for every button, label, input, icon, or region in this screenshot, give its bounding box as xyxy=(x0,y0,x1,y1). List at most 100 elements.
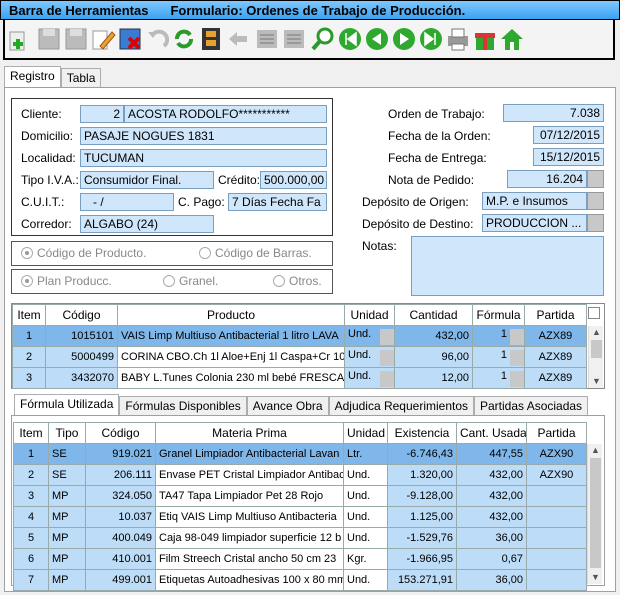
table-row[interactable]: 4 MP 10.037 Etiq VAIS Limp Multiuso Antibac… xyxy=(13,506,587,528)
iva-field[interactable]: Consumidor Final. xyxy=(80,171,214,189)
first-icon[interactable] xyxy=(337,25,363,53)
table-cell[interactable]: 3 xyxy=(13,485,49,507)
products-checkbox[interactable] xyxy=(588,307,600,319)
table-cell[interactable]: 206.111 xyxy=(85,464,156,486)
tab-avance-obra[interactable]: Avance Obra xyxy=(246,396,329,415)
column-header[interactable]: Tipo xyxy=(48,422,86,444)
column-header[interactable]: Cant. Usada xyxy=(456,422,527,444)
film-icon[interactable] xyxy=(198,25,224,53)
cliente-name-field[interactable]: ACOSTA RODOLFO*********** xyxy=(124,105,327,123)
column-header[interactable]: Unidad xyxy=(344,304,395,326)
table-cell[interactable]: 1 xyxy=(472,325,525,347)
table-cell[interactable]: Und. xyxy=(344,367,395,389)
table-cell[interactable]: 5 xyxy=(13,527,49,549)
scroll-up-icon[interactable]: ▲ xyxy=(590,444,601,456)
table-row[interactable]: 3 MP 324.050 TA47 Tapa Limpiador Pet 28 Roj… xyxy=(13,485,587,507)
column-header[interactable]: Partida xyxy=(524,304,587,326)
table-cell[interactable]: -6.746,43 xyxy=(387,443,457,465)
table-cell[interactable]: 3 xyxy=(12,367,46,389)
refresh-icon[interactable] xyxy=(171,25,197,53)
table-cell[interactable]: -1.966,95 xyxy=(387,548,457,570)
table-cell[interactable]: 2 xyxy=(13,464,49,486)
table-cell[interactable]: MP xyxy=(48,506,86,528)
table-row[interactable]: 3 3432070 BABY L.Tunes Colonia 230 ml bebé… xyxy=(12,367,587,389)
table-cell[interactable]: 7 xyxy=(13,569,49,591)
table-cell[interactable]: -9.128,00 xyxy=(387,485,457,507)
table-cell[interactable]: Und. xyxy=(343,485,388,507)
table-cell[interactable]: Und. xyxy=(343,569,388,591)
notas-textarea[interactable] xyxy=(411,236,604,296)
radio-plan-producc[interactable]: Plan Producc. xyxy=(21,274,112,288)
table-cell[interactable]: Granel Limpiador Antibacterial Lavan xyxy=(155,443,344,465)
table-cell[interactable]: 2 xyxy=(12,346,46,368)
table-cell[interactable] xyxy=(526,527,587,549)
table-cell[interactable]: MP xyxy=(48,527,86,549)
cliente-number-field[interactable]: 2 xyxy=(80,105,124,123)
cpago-field[interactable]: 7 Días Fecha Fa xyxy=(228,193,327,211)
cuit-field[interactable]: - / xyxy=(80,193,174,211)
table-cell[interactable]: Etiquetas Autoadhesivas 100 x 80 mm xyxy=(155,569,344,591)
table-cell[interactable] xyxy=(526,485,587,507)
tab-tabla[interactable]: Tabla xyxy=(60,68,102,87)
table-cell[interactable]: AZX89 xyxy=(524,325,587,347)
column-header[interactable]: Item xyxy=(12,304,46,326)
home-icon[interactable] xyxy=(499,25,525,53)
table-cell[interactable]: 447,55 xyxy=(456,443,527,465)
tab-partidas-asociadas[interactable]: Partidas Asociadas xyxy=(474,396,589,415)
column-header[interactable]: Código xyxy=(45,304,118,326)
dep-destino-lookup-button[interactable] xyxy=(587,214,604,232)
radio-otros[interactable]: Otros. xyxy=(273,274,322,288)
table-cell[interactable] xyxy=(526,569,587,591)
table-cell[interactable]: AZX89 xyxy=(524,346,587,368)
table-row[interactable]: 5 MP 400.049 Caja 98-049 limpiador superfic… xyxy=(13,527,587,549)
table-cell[interactable]: -1.529,76 xyxy=(387,527,457,549)
formula-lookup-button[interactable] xyxy=(510,328,524,345)
add-icon[interactable] xyxy=(7,25,33,53)
credito-field[interactable]: 500.000,00 xyxy=(260,171,327,189)
table-row[interactable]: 2 5000499 CORINA CBO.Ch 1l Aloe+Enj 1l Cas… xyxy=(12,346,587,368)
gift-icon[interactable] xyxy=(472,25,498,53)
table-cell[interactable]: 432,00 xyxy=(456,485,527,507)
scroll-up-icon[interactable]: ▲ xyxy=(591,326,602,338)
table-cell[interactable]: 4 xyxy=(13,506,49,528)
unit-lookup-button[interactable] xyxy=(380,328,394,345)
column-header[interactable]: Item xyxy=(13,422,49,444)
formula-scrollbar[interactable]: ▲ ▼ xyxy=(587,444,602,584)
table-cell[interactable]: 153.271,91 xyxy=(387,569,457,591)
column-header[interactable]: Producto xyxy=(117,304,345,326)
scroll-down-icon[interactable]: ▼ xyxy=(590,571,601,583)
localidad-field[interactable]: TUCUMAN xyxy=(80,149,327,167)
corredor-field[interactable]: ALGABO (24) xyxy=(80,215,214,233)
column-header[interactable]: Código xyxy=(85,422,156,444)
tab-formulas-disponibles[interactable]: Fórmulas Disponibles xyxy=(119,396,247,415)
undo-icon[interactable] xyxy=(144,25,170,53)
table-cell[interactable]: 0,67 xyxy=(456,548,527,570)
table-cell[interactable]: Und. xyxy=(343,464,388,486)
table-cell[interactable]: AZX89 xyxy=(524,367,587,389)
column-header[interactable]: Unidad xyxy=(343,422,388,444)
prev-icon[interactable] xyxy=(364,25,390,53)
save-icon[interactable] xyxy=(36,25,62,53)
table-cell[interactable]: Und. xyxy=(344,346,395,368)
table-cell[interactable]: Caja 98-049 limpiador superficie 12 b xyxy=(155,527,344,549)
table-cell[interactable]: 5000499 xyxy=(45,346,118,368)
table-cell[interactable]: Ltr. xyxy=(343,443,388,465)
column-header[interactable]: Materia Prima xyxy=(155,422,344,444)
products-scrollbar[interactable]: ▲ ▼ xyxy=(588,326,603,388)
table-cell[interactable]: MP xyxy=(48,569,86,591)
table-cell[interactable]: 919.021 xyxy=(85,443,156,465)
table-cell[interactable]: CORINA CBO.Ch 1l Aloe+Enj 1l Caspa+Cr 10… xyxy=(117,346,345,368)
radio-codigo-producto[interactable]: Código de Producto. xyxy=(21,246,146,260)
radio-codigo-barras[interactable]: Código de Barras. xyxy=(199,246,312,260)
table-row[interactable]: 1 SE 919.021 Granel Limpiador Antibacterial… xyxy=(13,443,587,465)
table-row[interactable]: 1 1015101 VAIS Limp Multiuso Antibacterial… xyxy=(12,325,587,347)
list-icon[interactable] xyxy=(281,25,307,53)
table-cell[interactable]: Etiq VAIS Limp Multiuso Antibacteria xyxy=(155,506,344,528)
table-cell[interactable]: Film Streech Cristal ancho 50 cm 23 xyxy=(155,548,344,570)
unit-lookup-button[interactable] xyxy=(380,370,394,387)
table-cell[interactable]: 1.125,00 xyxy=(387,506,457,528)
column-header[interactable]: Partida xyxy=(526,422,587,444)
dep-destino-field[interactable]: PRODUCCION ... xyxy=(482,214,587,232)
fecha-orden-field[interactable]: 07/12/2015 xyxy=(533,126,604,144)
table-cell[interactable]: Envase PET Cristal Limpiador Antibac xyxy=(155,464,344,486)
